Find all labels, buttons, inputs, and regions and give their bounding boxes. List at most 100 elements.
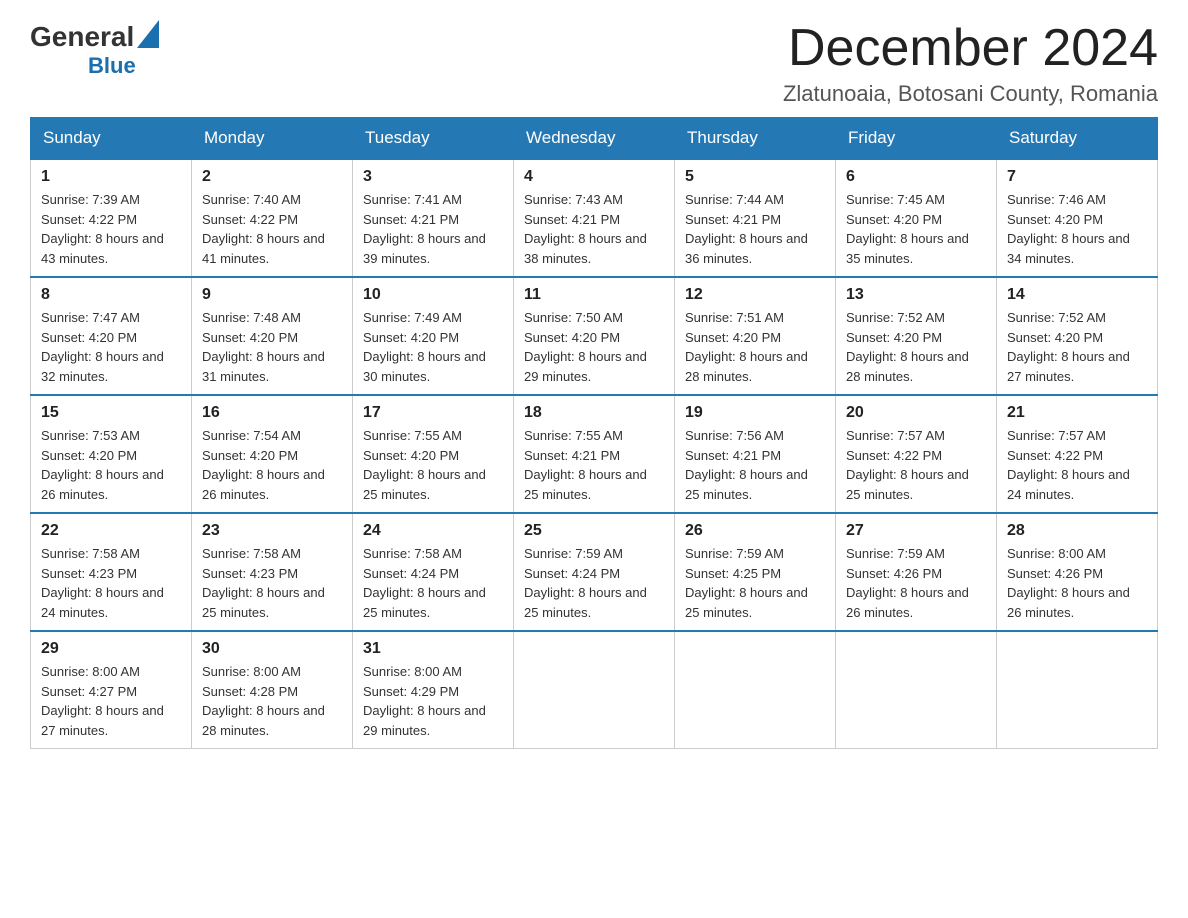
- table-row: 9 Sunrise: 7:48 AMSunset: 4:20 PMDaylight…: [192, 277, 353, 395]
- day-info: Sunrise: 7:45 AMSunset: 4:20 PMDaylight:…: [846, 190, 986, 268]
- calendar-header-row: Sunday Monday Tuesday Wednesday Thursday…: [31, 118, 1158, 160]
- table-row: 16Sunrise: 7:54 AMSunset: 4:20 PMDayligh…: [192, 395, 353, 513]
- col-tuesday: Tuesday: [353, 118, 514, 160]
- table-row: 12 Sunrise: 7:51 AMSunset: 4:20 PMDayligh…: [675, 277, 836, 395]
- day-number: 27: [846, 522, 986, 540]
- table-row: 31 Sunrise: 8:00 AMSunset: 4:29 PMDayligh…: [353, 631, 514, 749]
- day-info: Sunrise: 7:52 AMSunset: 4:20 PMDaylight:…: [846, 308, 986, 386]
- month-title: December 2024: [783, 20, 1158, 77]
- calendar-week-row: 29 Sunrise: 8:00 AMSunset: 4:27 PMDayligh…: [31, 631, 1158, 749]
- table-row: 20Sunrise: 7:57 AMSunset: 4:22 PMDayligh…: [836, 395, 997, 513]
- table-row: [675, 631, 836, 749]
- logo-triangle-icon: [137, 20, 159, 53]
- day-info: Sunrise: 7:59 AMSunset: 4:24 PMDaylight:…: [524, 544, 664, 622]
- table-row: 13 Sunrise: 7:52 AMSunset: 4:20 PMDayligh…: [836, 277, 997, 395]
- day-info: Sunrise: 7:48 AMSunset: 4:20 PMDaylight:…: [202, 308, 342, 386]
- day-number: 21: [1007, 404, 1147, 422]
- table-row: 7Sunrise: 7:46 AMSunset: 4:20 PMDaylight…: [997, 159, 1158, 277]
- day-number: 23: [202, 522, 342, 540]
- day-info: Sunrise: 7:49 AMSunset: 4:20 PMDaylight:…: [363, 308, 503, 386]
- table-row: 22Sunrise: 7:58 AMSunset: 4:23 PMDayligh…: [31, 513, 192, 631]
- col-monday: Monday: [192, 118, 353, 160]
- table-row: 5 Sunrise: 7:44 AMSunset: 4:21 PMDaylight…: [675, 159, 836, 277]
- table-row: 25 Sunrise: 7:59 AMSunset: 4:24 PMDayligh…: [514, 513, 675, 631]
- calendar-week-row: 1 Sunrise: 7:39 AMSunset: 4:22 PMDaylight…: [31, 159, 1158, 277]
- day-number: 18: [524, 404, 664, 422]
- table-row: 29 Sunrise: 8:00 AMSunset: 4:27 PMDayligh…: [31, 631, 192, 749]
- day-number: 12: [685, 286, 825, 304]
- day-number: 1: [41, 168, 181, 186]
- day-number: 15: [41, 404, 181, 422]
- logo-general-text: General: [30, 21, 134, 53]
- col-saturday: Saturday: [997, 118, 1158, 160]
- day-number: 2: [202, 168, 342, 186]
- day-info: Sunrise: 8:00 AMSunset: 4:29 PMDaylight:…: [363, 662, 503, 740]
- table-row: 14Sunrise: 7:52 AMSunset: 4:20 PMDayligh…: [997, 277, 1158, 395]
- day-number: 29: [41, 640, 181, 658]
- day-info: Sunrise: 7:54 AMSunset: 4:20 PMDaylight:…: [202, 426, 342, 504]
- col-wednesday: Wednesday: [514, 118, 675, 160]
- day-info: Sunrise: 7:39 AMSunset: 4:22 PMDaylight:…: [41, 190, 181, 268]
- table-row: 30Sunrise: 8:00 AMSunset: 4:28 PMDayligh…: [192, 631, 353, 749]
- day-info: Sunrise: 7:58 AMSunset: 4:23 PMDaylight:…: [202, 544, 342, 622]
- table-row: 11Sunrise: 7:50 AMSunset: 4:20 PMDayligh…: [514, 277, 675, 395]
- calendar-week-row: 8 Sunrise: 7:47 AMSunset: 4:20 PMDaylight…: [31, 277, 1158, 395]
- table-row: [836, 631, 997, 749]
- day-info: Sunrise: 7:53 AMSunset: 4:20 PMDaylight:…: [41, 426, 181, 504]
- calendar-week-row: 22Sunrise: 7:58 AMSunset: 4:23 PMDayligh…: [31, 513, 1158, 631]
- day-info: Sunrise: 8:00 AMSunset: 4:28 PMDaylight:…: [202, 662, 342, 740]
- day-info: Sunrise: 7:59 AMSunset: 4:25 PMDaylight:…: [685, 544, 825, 622]
- day-number: 31: [363, 640, 503, 658]
- day-info: Sunrise: 8:00 AMSunset: 4:27 PMDaylight:…: [41, 662, 181, 740]
- table-row: 8 Sunrise: 7:47 AMSunset: 4:20 PMDaylight…: [31, 277, 192, 395]
- day-number: 26: [685, 522, 825, 540]
- table-row: 28Sunrise: 8:00 AMSunset: 4:26 PMDayligh…: [997, 513, 1158, 631]
- day-info: Sunrise: 7:51 AMSunset: 4:20 PMDaylight:…: [685, 308, 825, 386]
- day-info: Sunrise: 7:59 AMSunset: 4:26 PMDaylight:…: [846, 544, 986, 622]
- location-text: Zlatunoaia, Botosani County, Romania: [783, 81, 1158, 107]
- table-row: 19 Sunrise: 7:56 AMSunset: 4:21 PMDayligh…: [675, 395, 836, 513]
- table-row: 2 Sunrise: 7:40 AMSunset: 4:22 PMDaylight…: [192, 159, 353, 277]
- table-row: 1 Sunrise: 7:39 AMSunset: 4:22 PMDaylight…: [31, 159, 192, 277]
- day-number: 3: [363, 168, 503, 186]
- day-info: Sunrise: 7:40 AMSunset: 4:22 PMDaylight:…: [202, 190, 342, 268]
- day-info: Sunrise: 7:55 AMSunset: 4:20 PMDaylight:…: [363, 426, 503, 504]
- table-row: [997, 631, 1158, 749]
- day-number: 17: [363, 404, 503, 422]
- table-row: 15 Sunrise: 7:53 AMSunset: 4:20 PMDayligh…: [31, 395, 192, 513]
- logo-blue-text: Blue: [88, 53, 162, 79]
- table-row: 17 Sunrise: 7:55 AMSunset: 4:20 PMDayligh…: [353, 395, 514, 513]
- table-row: 4Sunrise: 7:43 AMSunset: 4:21 PMDaylight…: [514, 159, 675, 277]
- day-number: 14: [1007, 286, 1147, 304]
- day-number: 4: [524, 168, 664, 186]
- day-number: 5: [685, 168, 825, 186]
- day-number: 8: [41, 286, 181, 304]
- table-row: 6Sunrise: 7:45 AMSunset: 4:20 PMDaylight…: [836, 159, 997, 277]
- day-info: Sunrise: 7:58 AMSunset: 4:23 PMDaylight:…: [41, 544, 181, 622]
- day-info: Sunrise: 7:44 AMSunset: 4:21 PMDaylight:…: [685, 190, 825, 268]
- table-row: 18 Sunrise: 7:55 AMSunset: 4:21 PMDayligh…: [514, 395, 675, 513]
- day-info: Sunrise: 7:50 AMSunset: 4:20 PMDaylight:…: [524, 308, 664, 386]
- page-header: General Blue December 2024 Zlatunoaia, B…: [30, 20, 1158, 107]
- table-row: 23 Sunrise: 7:58 AMSunset: 4:23 PMDayligh…: [192, 513, 353, 631]
- day-number: 20: [846, 404, 986, 422]
- table-row: 27 Sunrise: 7:59 AMSunset: 4:26 PMDayligh…: [836, 513, 997, 631]
- col-sunday: Sunday: [31, 118, 192, 160]
- day-number: 25: [524, 522, 664, 540]
- day-number: 24: [363, 522, 503, 540]
- day-info: Sunrise: 7:47 AMSunset: 4:20 PMDaylight:…: [41, 308, 181, 386]
- day-info: Sunrise: 7:56 AMSunset: 4:21 PMDaylight:…: [685, 426, 825, 504]
- day-number: 19: [685, 404, 825, 422]
- col-thursday: Thursday: [675, 118, 836, 160]
- table-row: 26 Sunrise: 7:59 AMSunset: 4:25 PMDayligh…: [675, 513, 836, 631]
- logo: General Blue: [30, 20, 162, 79]
- day-number: 13: [846, 286, 986, 304]
- day-number: 10: [363, 286, 503, 304]
- table-row: [514, 631, 675, 749]
- day-number: 9: [202, 286, 342, 304]
- day-info: Sunrise: 7:57 AMSunset: 4:22 PMDaylight:…: [1007, 426, 1147, 504]
- col-friday: Friday: [836, 118, 997, 160]
- table-row: 10 Sunrise: 7:49 AMSunset: 4:20 PMDayligh…: [353, 277, 514, 395]
- day-info: Sunrise: 7:55 AMSunset: 4:21 PMDaylight:…: [524, 426, 664, 504]
- title-section: December 2024 Zlatunoaia, Botosani Count…: [783, 20, 1158, 107]
